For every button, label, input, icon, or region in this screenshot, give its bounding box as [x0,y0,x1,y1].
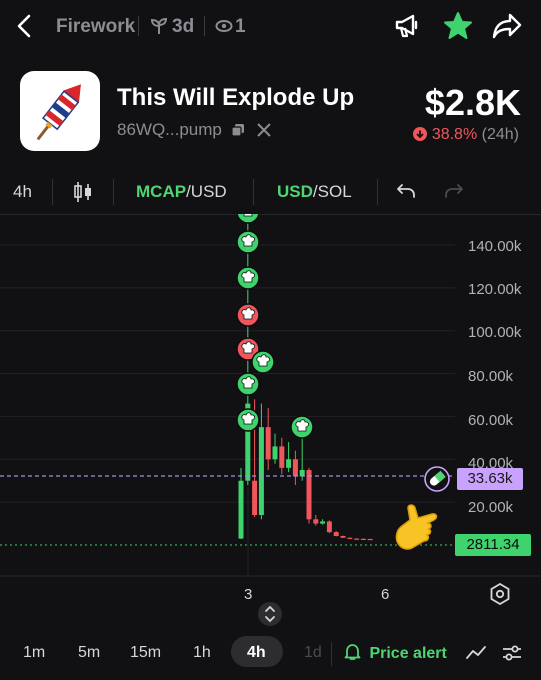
y-axis-label: 80.00k [468,368,514,385]
toolbar-divider [113,179,114,205]
mcap-label: MCAP [136,182,187,201]
undo-icon[interactable] [396,182,416,200]
bottom-divider [331,642,332,666]
sell-marker [236,303,260,327]
toolbar-divider [52,179,53,205]
buy-marker [290,415,314,439]
token-age: 3d [172,16,195,37]
buy-marker [251,350,275,374]
bell-icon [344,644,361,660]
megaphone-icon[interactable] [393,12,421,40]
candle-body [313,519,319,524]
token-name: This Will Explode Up [117,84,355,111]
timeframe-1d[interactable]: 1d [304,644,322,662]
sprout-icon [151,17,167,34]
timeframe-4h[interactable]: 4h [247,644,266,662]
candle-body [258,427,264,515]
candle-body [265,427,271,460]
change-period: (24h) [481,126,519,143]
toolbar-divider [253,179,254,205]
down-arrow-icon [413,127,428,141]
change-percent: 38.8% [431,126,478,143]
pointing-hand-icon [395,504,438,550]
y-axis-label: 140.00k [468,238,522,255]
price-alert-button[interactable]: Price alert [344,643,447,663]
crosshair-price-tag: 33.63k [457,468,523,490]
interval-selector[interactable]: 4h [13,182,32,202]
candle-body [347,537,353,539]
candle-body [238,480,244,539]
x-twitter-icon[interactable] [257,123,272,137]
watcher-count: 1 [235,16,246,37]
chart-toolbar: 4h MCAP/USD USD/SOL [0,168,541,215]
y-axis-label: 60.00k [468,412,514,429]
chart-expand-toggle[interactable] [258,602,282,626]
y-axis-label: 100.00k [468,324,522,341]
top-nav-bar: Firework 3d 1 [0,0,541,52]
filter-sliders-icon[interactable] [502,644,522,662]
toolbar-divider [377,179,378,205]
timeframe-5m[interactable]: 5m [78,644,100,662]
candle-body [340,536,346,538]
share-icon[interactable] [492,12,522,40]
pill-icon[interactable] [424,466,450,492]
candle-body [320,521,326,524]
candle-body [326,521,332,533]
token-logo [20,71,100,151]
candle-body [272,446,278,460]
buy-marker [236,230,260,254]
mcap-unit: /USD [186,182,227,201]
nav-divider [138,16,139,36]
usd-label: USD [277,182,313,201]
token-address: 86WQ...pump [117,120,222,139]
timeframe-1h[interactable]: 1h [193,644,211,662]
trend-line-icon[interactable] [466,644,486,662]
buy-marker [236,372,260,396]
firework-rocket-icon [36,84,81,141]
y-axis-label: 120.00k [468,281,522,298]
timeframe-1m[interactable]: 1m [23,644,45,662]
chart-grid [0,214,541,577]
candle-body [292,459,298,477]
last-price-tag: 2811.34 [455,534,531,556]
star-icon[interactable] [443,11,473,41]
chevron-left-icon[interactable] [14,13,34,39]
candle-body [279,446,285,468]
candle-body [367,538,373,541]
buy-marker [236,214,260,224]
platform-name: Firework [56,16,136,37]
expand-vertical-icon [265,605,275,623]
mcap-usd-toggle[interactable]: MCAP/USD [136,182,227,202]
y-axis-label: 20.00k [468,499,514,516]
buy-marker [236,266,260,290]
candle-body [306,470,312,520]
chart-settings-icon[interactable] [489,583,511,605]
x-axis-label: 3 [244,586,253,603]
candle-body [333,532,339,536]
candle-body [354,538,360,540]
eye-icon [215,20,233,32]
copy-icon[interactable] [231,123,245,137]
x-axis-label: 6 [381,586,390,603]
candle-body [252,480,258,515]
timeframe-bar: 1m 5m 15m 1h 4h 1d Price alert [0,632,541,680]
nav-divider [204,16,205,36]
usd-unit: /SOL [312,182,352,201]
redo-icon[interactable] [444,182,464,200]
candlestick-type-icon[interactable] [72,180,94,204]
buy-marker [236,408,260,432]
price-change: 38.8% (24h) [413,126,519,144]
candle-body [360,538,366,540]
candle-body [286,459,292,468]
usd-sol-toggle[interactable]: USD/SOL [277,182,352,202]
token-address-row: 86WQ...pump [117,120,272,140]
price-alert-label: Price alert [369,645,447,662]
token-price: $2.8K [424,82,521,123]
timeframe-15m[interactable]: 15m [130,644,161,662]
